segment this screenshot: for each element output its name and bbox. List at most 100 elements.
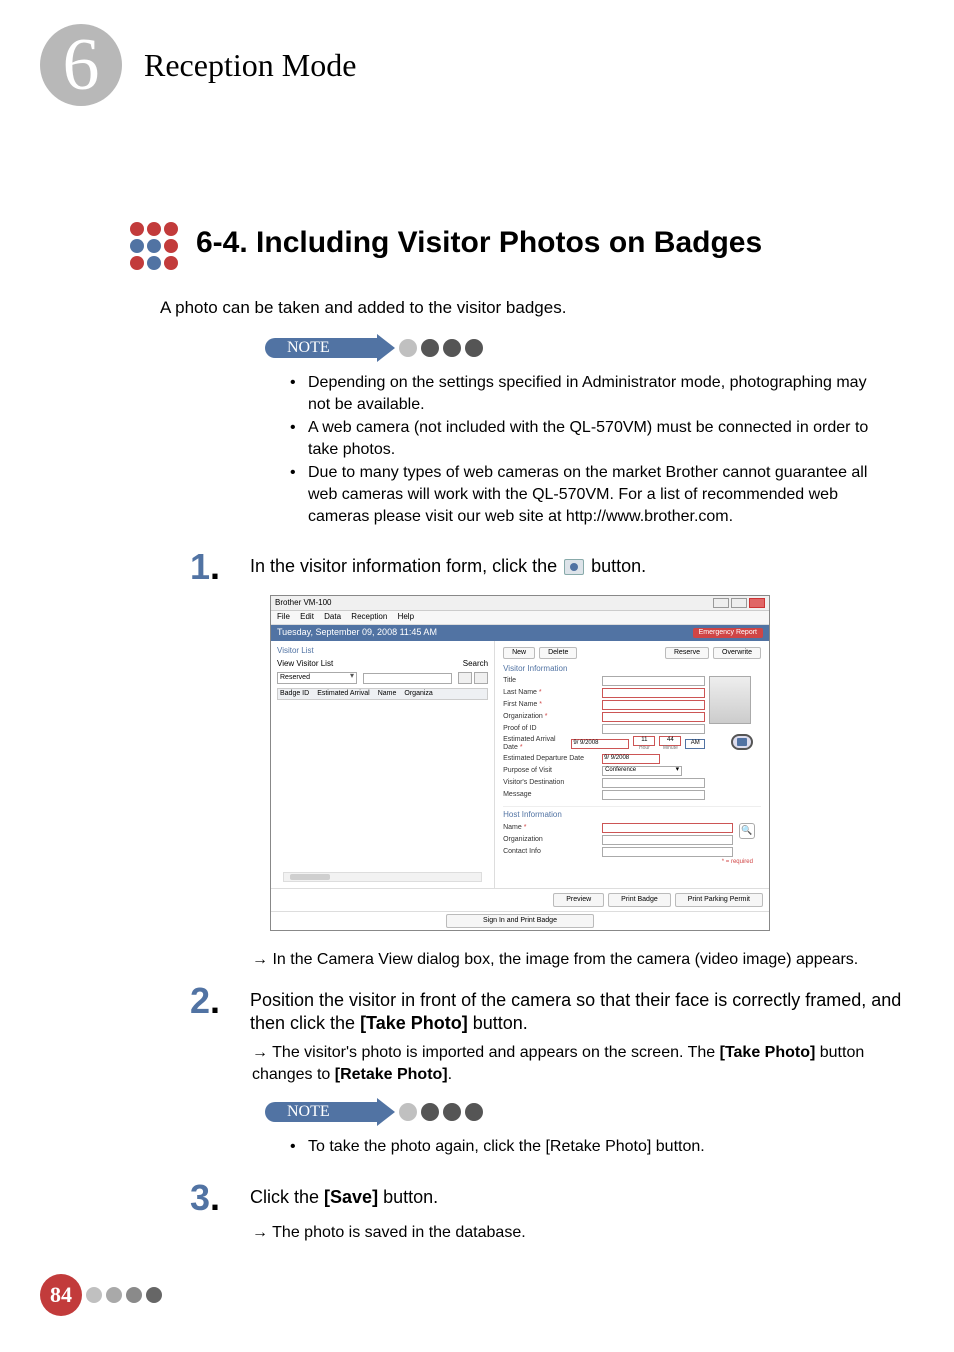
overwrite-button[interactable]: Overwrite xyxy=(713,647,761,659)
title-field[interactable] xyxy=(602,676,705,686)
step-number: 2. xyxy=(190,983,250,1019)
host-info-header: Host Information xyxy=(503,806,761,820)
note-bullet-item: Depending on the settings specified in A… xyxy=(290,372,874,415)
camera-icon xyxy=(737,738,747,746)
est-arrival-date-field[interactable]: 9/ 9/2008 xyxy=(571,739,629,749)
label-destination: Visitor's Destination xyxy=(503,779,598,787)
window-controls xyxy=(713,598,765,608)
destination-field[interactable] xyxy=(602,778,705,788)
note-bullet-item: A web camera (not included with the QL-5… xyxy=(290,417,874,460)
minimize-icon[interactable] xyxy=(713,598,729,608)
label-proof-of-id: Proof of ID xyxy=(503,725,598,733)
col-est-arrival: Estimated Arrival xyxy=(317,690,370,698)
note-capsule: NOTE xyxy=(265,1098,904,1126)
label-host-org: Organization xyxy=(503,836,598,844)
app-datebar: Tuesday, September 09, 2008 11:45 AM Eme… xyxy=(271,625,769,641)
step-3-text: Click the [Save] button. xyxy=(250,1180,904,1209)
host-name-field[interactable] xyxy=(602,823,733,833)
est-departure-date-field[interactable]: 9/ 9/2008 xyxy=(602,754,660,764)
label-last-name: Last Name * xyxy=(503,689,598,697)
host-org-field[interactable] xyxy=(602,835,733,845)
horizontal-scrollbar[interactable] xyxy=(283,872,482,882)
print-badge-button[interactable]: Print Badge xyxy=(608,893,671,907)
sign-in-row: Sign In and Print Badge xyxy=(271,911,769,930)
app-datetime: Tuesday, September 09, 2008 11:45 AM xyxy=(277,628,437,638)
step-number: 1. xyxy=(190,549,250,585)
camera-icon xyxy=(564,559,584,575)
visitor-list-header: Visitor List xyxy=(277,647,488,656)
hour-caption: Hour xyxy=(639,746,650,752)
last-name-field[interactable] xyxy=(602,688,705,698)
preview-button[interactable]: Preview xyxy=(553,893,604,907)
app-footer-buttons: Preview Print Badge Print Parking Permit xyxy=(271,888,769,911)
ampm-select[interactable]: AM xyxy=(685,739,705,749)
organization-field[interactable] xyxy=(602,712,705,722)
form-toolbar: New Delete Reserve Overwrite xyxy=(503,647,761,659)
col-organization: Organiza xyxy=(404,690,432,698)
step-2-result: The visitor's photo is imported and appe… xyxy=(252,1042,904,1087)
delete-button[interactable]: Delete xyxy=(539,647,577,659)
menu-item-edit[interactable]: Edit xyxy=(300,612,314,621)
camera-button[interactable] xyxy=(731,734,753,750)
step-1: 1. In the visitor information form, clic… xyxy=(190,549,904,585)
maximize-icon[interactable] xyxy=(731,598,747,608)
note-tail-icon xyxy=(377,334,395,362)
sign-in-button[interactable]: Sign In and Print Badge xyxy=(446,914,594,928)
step-1-result: In the Camera View dialog box, the image… xyxy=(252,949,904,971)
label-message: Message xyxy=(503,791,598,799)
visitor-table-header: Badge ID Estimated Arrival Name Organiza xyxy=(277,688,488,700)
note-dots-icon xyxy=(399,339,483,357)
chapter-number-circle: 6 xyxy=(40,24,122,106)
label-host-contact: Contact Info xyxy=(503,848,598,856)
purpose-select[interactable]: Conference▾ xyxy=(602,766,682,776)
note-bullet-list: Depending on the settings specified in A… xyxy=(290,372,904,527)
search-button-icon[interactable] xyxy=(458,672,472,684)
label-title: Title xyxy=(503,677,598,685)
host-contact-field[interactable] xyxy=(602,847,733,857)
step-2: 2. Position the visitor in front of the … xyxy=(190,983,904,1036)
label-organization: Organization * xyxy=(503,713,598,721)
chapter-title: Reception Mode xyxy=(144,47,356,84)
message-field[interactable] xyxy=(602,790,705,800)
required-note: * = required xyxy=(503,859,761,866)
host-search-icon[interactable]: 🔍 xyxy=(739,823,755,839)
chapter-number: 6 xyxy=(63,28,100,102)
app-title: Brother VM-100 xyxy=(275,599,331,608)
col-name: Name xyxy=(378,690,397,698)
search-clear-icon[interactable] xyxy=(474,672,488,684)
label-host-name: Name * xyxy=(503,824,598,832)
menu-item-data[interactable]: Data xyxy=(324,612,341,621)
app-titlebar: Brother VM-100 xyxy=(271,596,769,611)
note-bullet-item: Due to many types of web cameras on the … xyxy=(290,462,874,527)
footer-dots-icon xyxy=(86,1287,162,1303)
app-screenshot: Brother VM-100 File Edit Data Reception … xyxy=(270,595,770,930)
label-purpose: Purpose of Visit xyxy=(503,767,598,775)
page-footer: 84 xyxy=(40,1274,904,1316)
proof-of-id-field[interactable] xyxy=(602,724,705,734)
menu-item-reception[interactable]: Reception xyxy=(351,612,387,621)
menu-item-help[interactable]: Help xyxy=(398,612,414,621)
reserve-button[interactable]: Reserve xyxy=(665,647,709,659)
first-name-field[interactable] xyxy=(602,700,705,710)
visitor-photo-placeholder xyxy=(709,676,751,724)
emergency-report-button[interactable]: Emergency Report xyxy=(693,628,763,638)
step-3: 3. Click the [Save] button. xyxy=(190,1180,904,1216)
section-heading: 6-4. Including Visitor Photos on Badges xyxy=(196,226,762,260)
reserved-select[interactable]: Reserved xyxy=(277,672,357,684)
minute-caption: Minute xyxy=(663,746,678,752)
visitor-info-header: Visitor Information xyxy=(503,665,761,674)
search-label: Search xyxy=(463,660,488,669)
new-button[interactable]: New xyxy=(503,647,535,659)
visitor-list-pane: Visitor List View Visitor List Search Re… xyxy=(271,641,495,888)
app-menubar: File Edit Data Reception Help xyxy=(271,611,769,625)
visitor-form-pane: New Delete Reserve Overwrite Visitor Inf… xyxy=(495,641,769,888)
step-2-text: Position the visitor in front of the cam… xyxy=(250,983,904,1036)
step-1-text: In the visitor information form, click t… xyxy=(250,549,904,578)
menu-item-file[interactable]: File xyxy=(277,612,290,621)
note-dots-icon xyxy=(399,1103,483,1121)
search-input[interactable] xyxy=(363,673,452,684)
close-icon[interactable] xyxy=(749,598,765,608)
col-badge-id: Badge ID xyxy=(280,690,309,698)
chapter-header: 6 Reception Mode xyxy=(40,24,904,106)
print-parking-button[interactable]: Print Parking Permit xyxy=(675,893,763,907)
